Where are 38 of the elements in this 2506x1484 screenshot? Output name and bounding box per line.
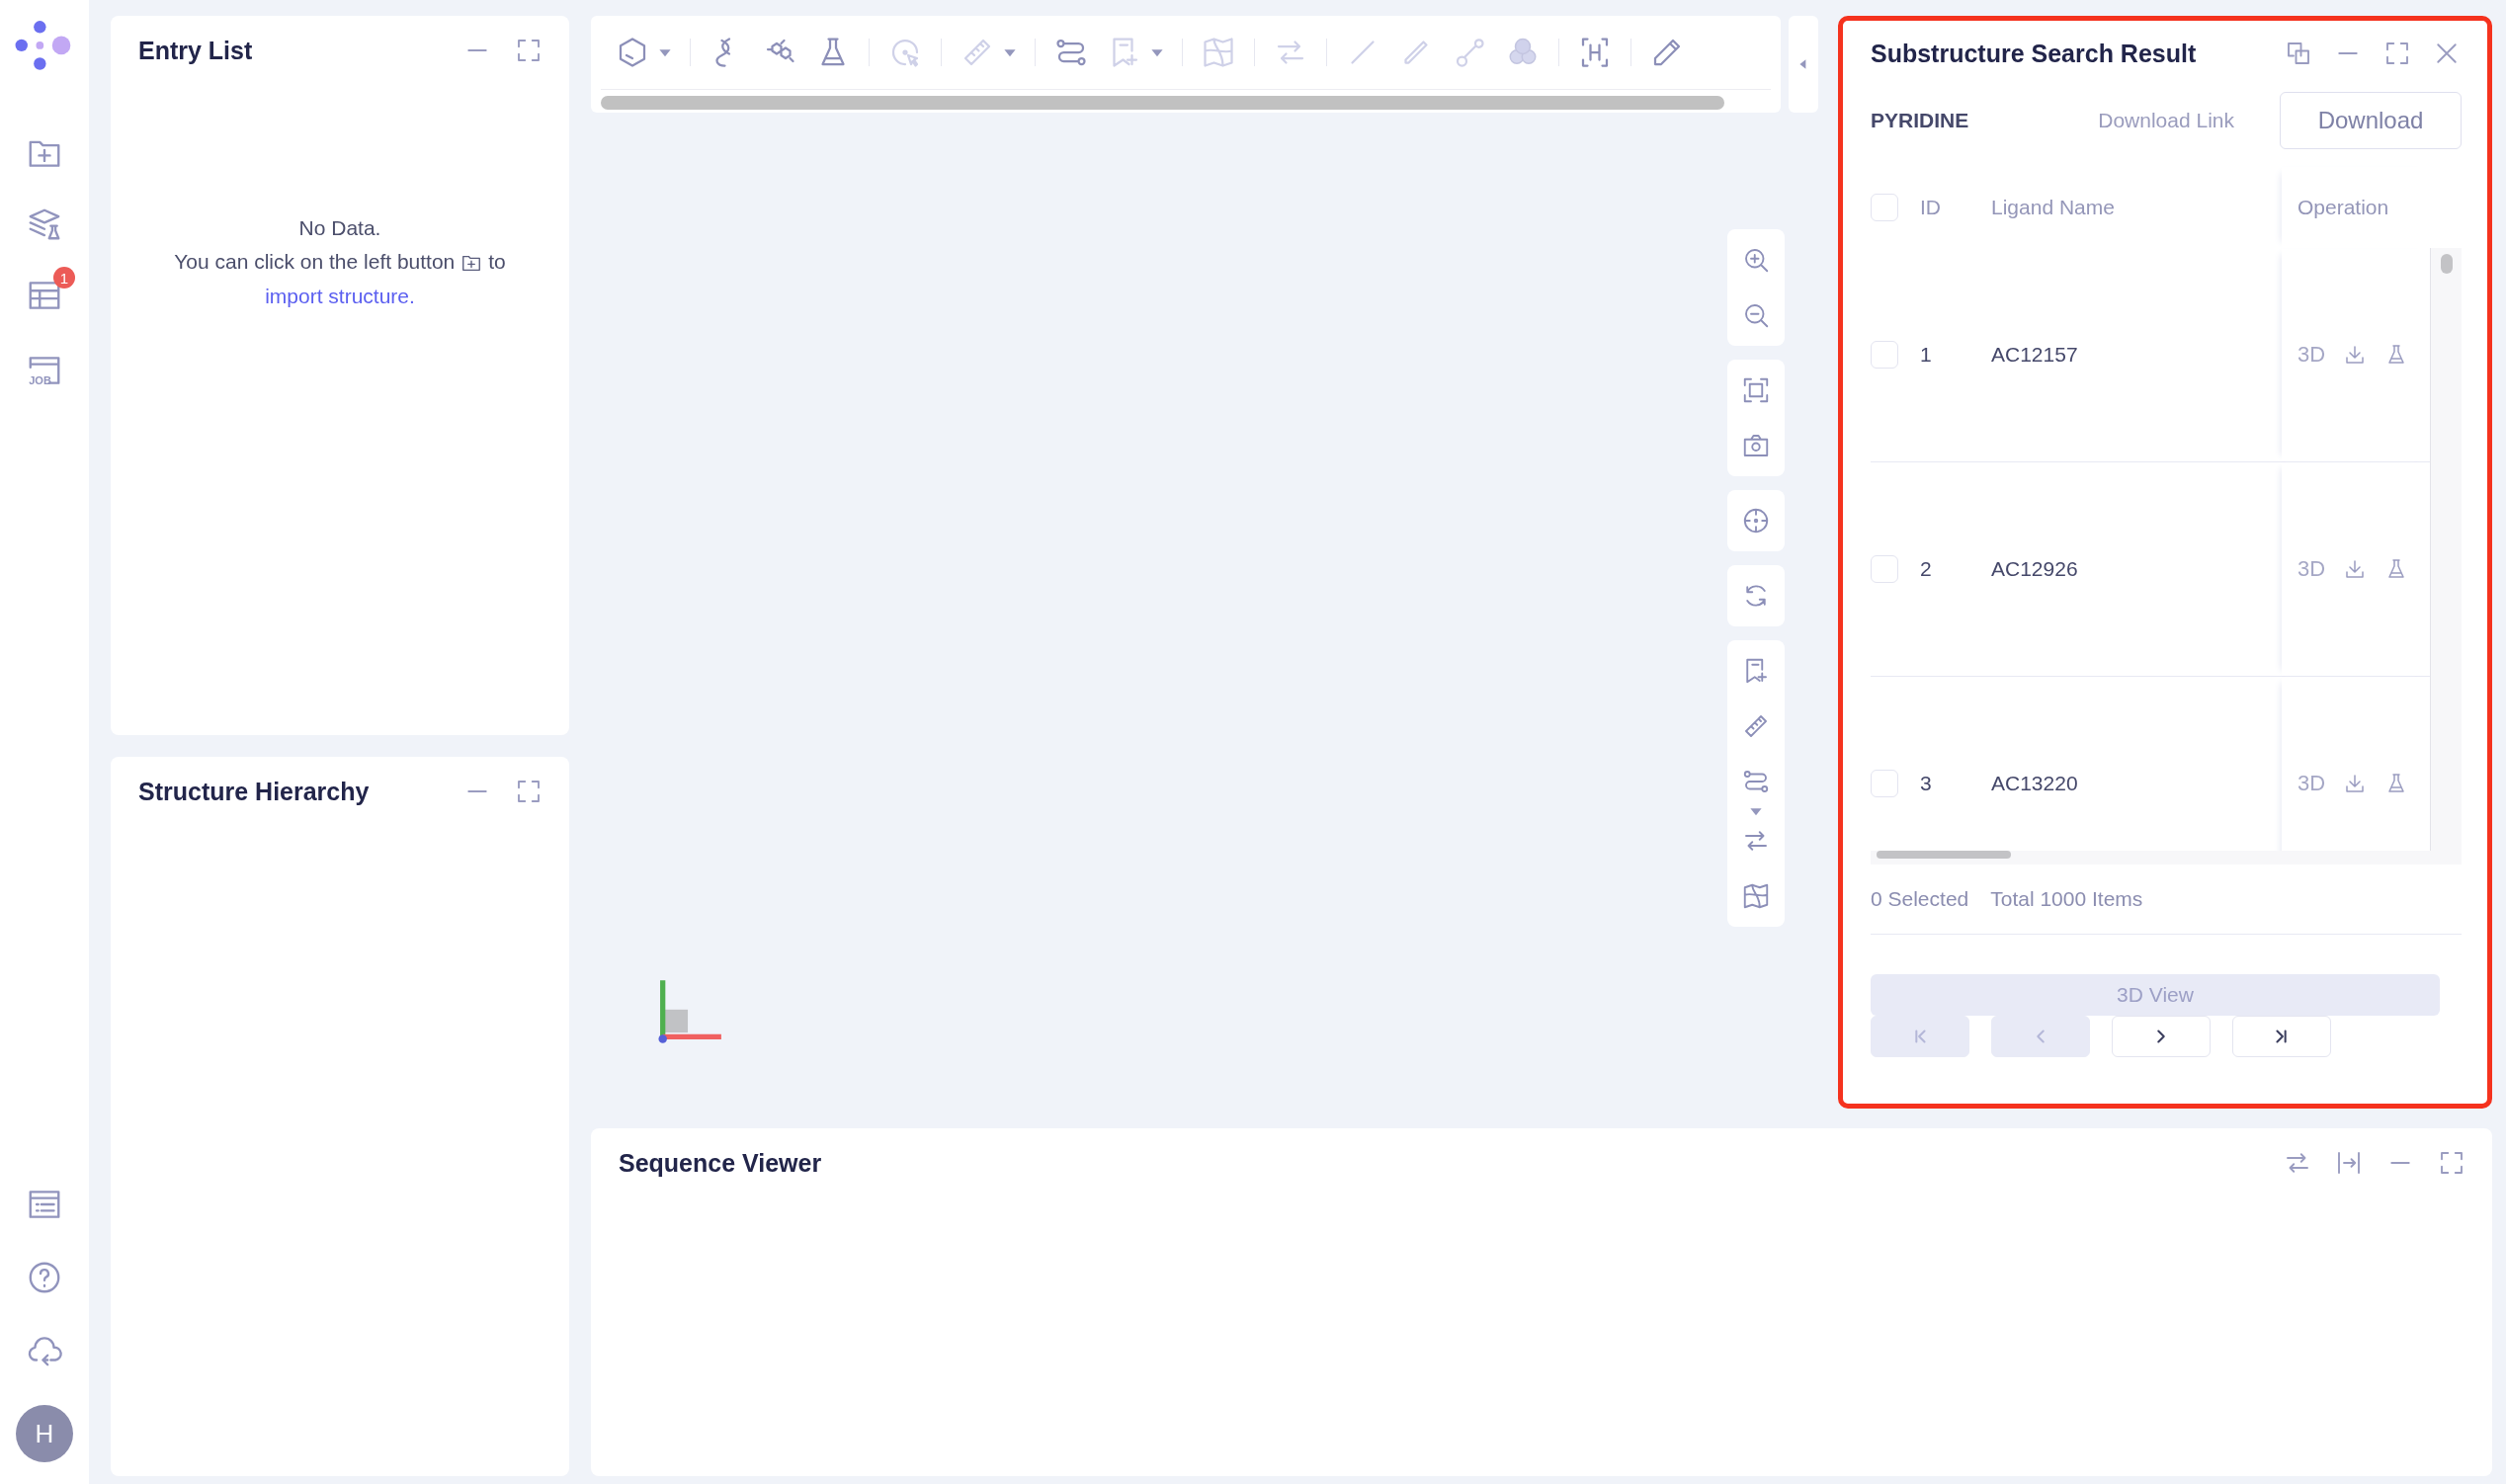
scrollbar[interactable]	[601, 96, 1724, 110]
crosshair-icon[interactable]	[1741, 506, 1771, 536]
column-header: ID	[1920, 196, 1942, 219]
table-cell-text: 3	[1920, 772, 1933, 795]
table-cell-text: 2	[1920, 557, 1933, 581]
panel-title: Structure Hierarchy	[138, 777, 370, 806]
empty-message: No Data.	[298, 215, 381, 241]
table-cell-text: AC12157	[1991, 343, 2079, 367]
panel-title: Entry List	[138, 36, 253, 65]
3d-link[interactable]: 3D	[2297, 556, 2326, 582]
table-cell-text: 1	[1920, 343, 1933, 367]
table-cell-text: AC12926	[1991, 557, 2079, 581]
column-header: Operation	[2282, 167, 2430, 248]
panel-title: Substructure Search Result	[1871, 39, 2197, 68]
table-cell-text: AC13220	[1991, 772, 2079, 795]
total-count: Total 1000 Items	[1990, 887, 2143, 911]
column-header: Ligand Name	[1991, 196, 2116, 219]
3d-link[interactable]: 3D	[2297, 342, 2326, 368]
3d-link[interactable]: 3D	[2297, 771, 2326, 796]
checkbox[interactable]	[1871, 555, 1898, 583]
checkbox[interactable]	[1871, 341, 1898, 369]
checkbox[interactable]	[1871, 194, 1898, 221]
import-structure-link[interactable]: import structure.	[265, 281, 415, 312]
selected-count: 0 Selected	[1871, 887, 1969, 911]
hint-text: You can click on the left button	[174, 249, 456, 276]
query-name: PYRIDINE	[1871, 109, 1969, 132]
panel-title: Sequence Viewer	[619, 1148, 822, 1178]
download-link[interactable]: Download Link	[2098, 109, 2234, 132]
map-icon[interactable]	[1201, 35, 1236, 70]
map-icon[interactable]	[1741, 881, 1771, 911]
hint-text: to	[488, 249, 506, 276]
user-avatar[interactable]: H	[16, 1405, 73, 1462]
scrollbar[interactable]	[1877, 851, 2011, 859]
download-button[interactable]: Download	[2280, 92, 2462, 149]
checkbox[interactable]	[1871, 770, 1898, 797]
notification-badge: 1	[53, 267, 75, 289]
fit-screen-icon[interactable]	[1741, 375, 1771, 405]
scrollbar[interactable]	[2440, 254, 2453, 274]
